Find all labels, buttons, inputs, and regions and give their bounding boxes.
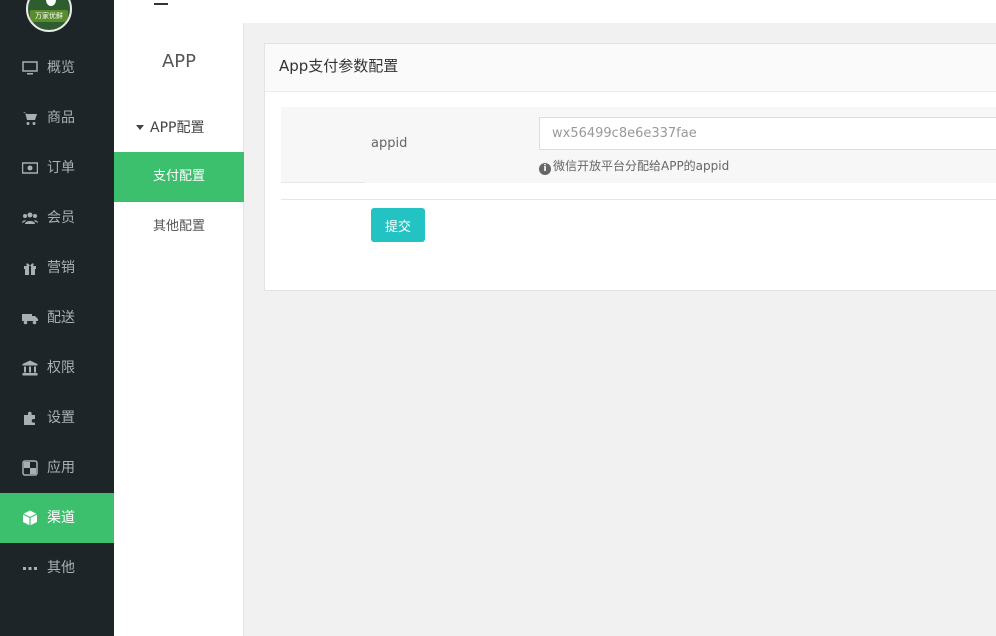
- nav-item-settings[interactable]: 设置: [0, 393, 114, 443]
- subnav-group-label: APP配置: [150, 120, 205, 136]
- appid-form-row: appid i微信开放平台分配给APP的appid: [281, 107, 996, 183]
- nav-label: 设置: [47, 410, 75, 426]
- panel-header: App支付参数配置: [265, 44, 996, 92]
- nav-item-orders[interactable]: 订单: [0, 143, 114, 193]
- more-icon: [23, 567, 37, 570]
- nav-label: 会员: [47, 210, 75, 226]
- caret-down-icon: [136, 125, 144, 130]
- nav-label: 商品: [47, 110, 75, 126]
- bank-icon: [22, 360, 38, 376]
- monitor-icon: [22, 61, 38, 75]
- nav-label: 营销: [47, 260, 75, 276]
- apps-icon: [22, 460, 38, 476]
- nav-item-apps[interactable]: 应用: [0, 443, 114, 493]
- info-circle-icon: i: [539, 163, 551, 175]
- truck-icon: [22, 314, 38, 325]
- appid-input[interactable]: [539, 117, 996, 150]
- money-icon: [22, 162, 38, 174]
- nav-label: 订单: [47, 160, 75, 176]
- menu-toggle-icon[interactable]: [154, 3, 168, 5]
- appid-label: appid: [371, 136, 408, 151]
- nav-item-permissions[interactable]: 权限: [0, 343, 114, 393]
- nav-item-overview[interactable]: 概览: [0, 43, 114, 93]
- brand-logo[interactable]: 万家优鲜: [26, 0, 72, 32]
- nav-label: 其他: [47, 560, 75, 576]
- top-bar: [114, 0, 996, 23]
- logo-text: 万家优鲜: [30, 10, 68, 22]
- puzzle-icon: [24, 411, 35, 425]
- nav-item-marketing[interactable]: 营销: [0, 243, 114, 293]
- nav-label: 权限: [47, 360, 75, 376]
- appid-help: i 微信开放平台分配给APP的appid: [539, 157, 729, 175]
- sub-nav: APP APP配置 支付配置 其他配置: [114, 23, 244, 636]
- form-row-spacer: [281, 107, 365, 183]
- nav-label: 应用: [47, 460, 75, 476]
- apple-leaf-icon: [46, 0, 56, 6]
- nav-item-members[interactable]: 会员: [0, 193, 114, 243]
- users-icon: [22, 212, 38, 224]
- submit-button[interactable]: 提交: [371, 208, 425, 242]
- nav-item-others[interactable]: 其他: [0, 543, 114, 593]
- panel-title: App支付参数配置: [279, 57, 399, 75]
- gift-icon: [24, 263, 36, 275]
- cart-icon: [23, 112, 37, 125]
- cube-icon: [22, 510, 38, 526]
- nav-item-delivery[interactable]: 配送: [0, 293, 114, 343]
- nav-label: 渠道: [47, 510, 75, 526]
- nav-item-products[interactable]: 商品: [0, 93, 114, 143]
- appid-help-text: 微信开放平台分配给APP的appid: [553, 159, 730, 173]
- main-nav: 万家优鲜 概览 商品 订单 会员 营销 配送 权限 设置 应用 渠道 其他: [0, 0, 114, 636]
- form-divider: [281, 199, 996, 200]
- subnav-item-other-config[interactable]: 其他配置: [114, 202, 244, 252]
- subnav-item-payment-config[interactable]: 支付配置: [114, 152, 244, 202]
- nav-label: 配送: [47, 310, 75, 326]
- nav-label: 概览: [47, 60, 75, 76]
- nav-item-channels[interactable]: 渠道: [0, 493, 114, 543]
- config-panel: App支付参数配置 appid i微信开放平台分配给APP的appid 提交: [264, 43, 996, 291]
- subnav-title: APP: [161, 51, 197, 72]
- subnav-group-app-config[interactable]: APP配置: [136, 117, 204, 137]
